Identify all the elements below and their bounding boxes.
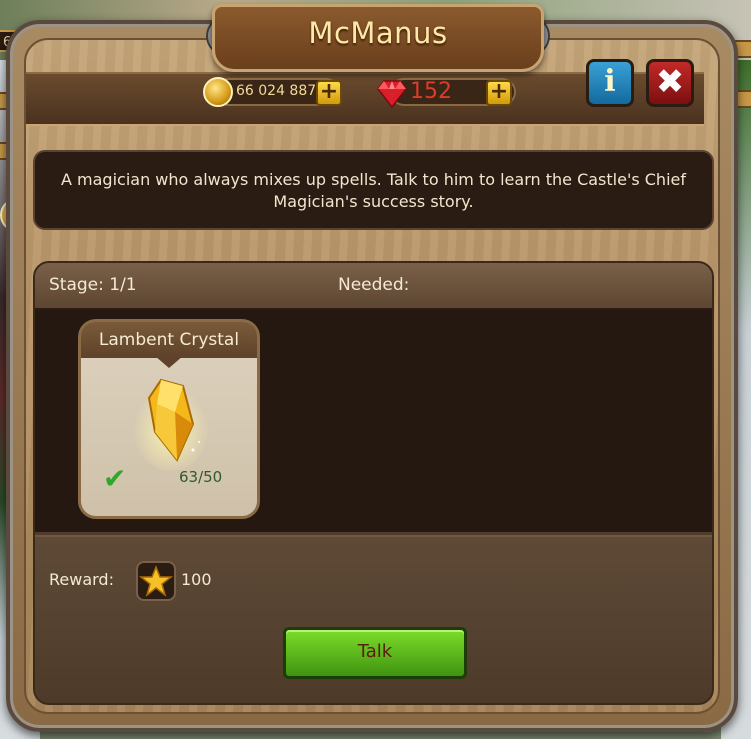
gold-amount: 66 024 887: [236, 83, 317, 99]
reward-value: 100: [181, 570, 212, 589]
gold-coin-icon: [203, 77, 233, 107]
dialog-title: McManus: [308, 16, 448, 50]
yellow-crystal-icon: [133, 378, 209, 471]
gem-amount: 152: [410, 79, 452, 104]
item-count: 63/50: [179, 468, 223, 486]
info-button[interactable]: i: [586, 59, 634, 107]
add-gold-button[interactable]: +: [316, 80, 342, 106]
reward-area: Reward: 100 Talk: [35, 535, 712, 703]
star-glyph-icon: [138, 564, 174, 597]
needed-label: Needed:: [338, 275, 410, 295]
stage-header: Stage: 1/1 Needed:: [35, 263, 712, 310]
stage-panel: Stage: 1/1 Needed: Lambent Crystal ✔ 63/…: [33, 261, 714, 705]
add-gems-button[interactable]: +: [486, 80, 512, 106]
complete-check-icon: ✔: [103, 462, 127, 495]
needed-item-card[interactable]: Lambent Crystal ✔ 63/50: [78, 319, 260, 519]
title-plate: McManus: [212, 4, 544, 72]
close-button[interactable]: ✖: [646, 59, 694, 107]
talk-button[interactable]: Talk: [283, 627, 467, 679]
gold-star-icon: [136, 561, 176, 601]
item-name: Lambent Crystal: [98, 330, 240, 350]
reward-label: Reward:: [49, 570, 114, 589]
stage-label: Stage: 1/1: [49, 275, 137, 295]
ruby-gem-icon: [377, 80, 407, 108]
quest-description: A magician who always mixes up spells. T…: [33, 150, 714, 230]
item-title-notch: [155, 356, 183, 368]
needed-items-area: Lambent Crystal ✔ 63/50: [35, 310, 712, 532]
